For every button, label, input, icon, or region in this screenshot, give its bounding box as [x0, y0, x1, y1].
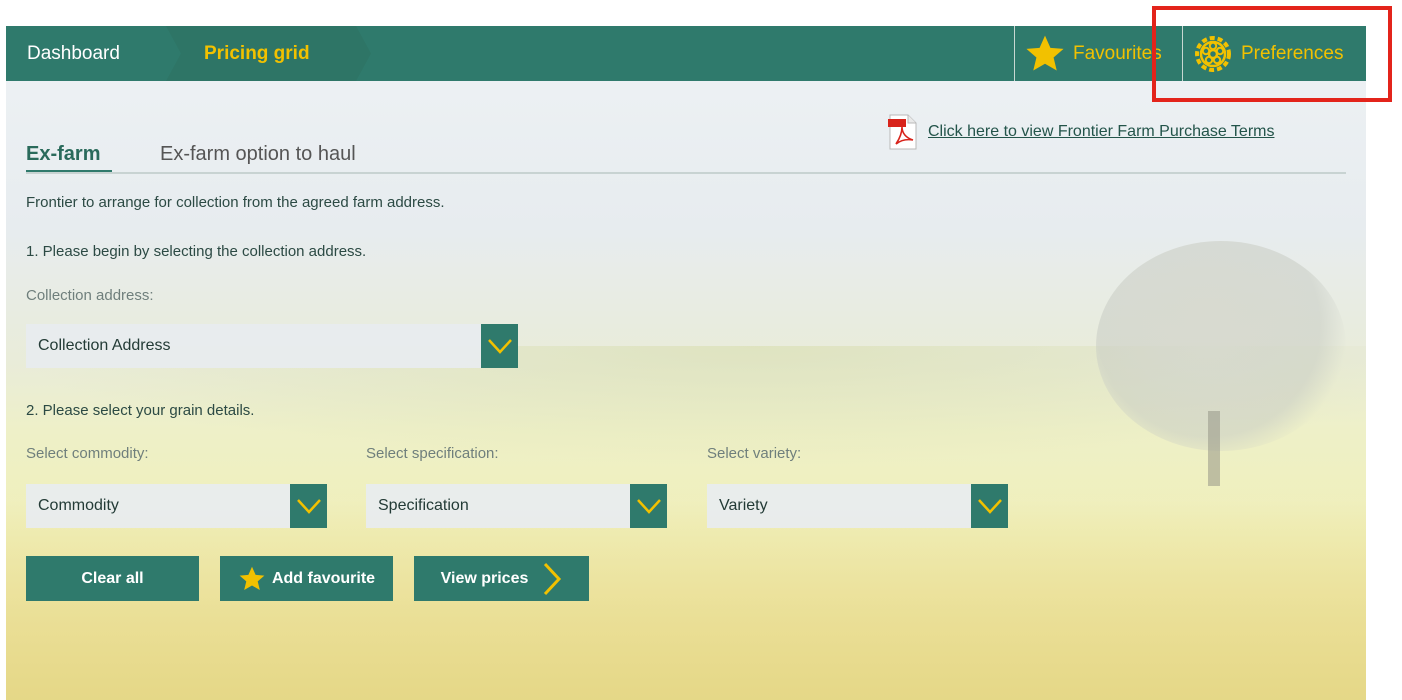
purchase-terms-link-row: Click here to view Frontier Farm Purchas…	[888, 114, 1274, 150]
tree-crown	[1096, 241, 1346, 451]
clear-all-button[interactable]: Clear all	[26, 556, 199, 601]
view-prices-label: View prices	[440, 569, 529, 587]
commodity-label: Select commodity:	[26, 445, 149, 462]
breadcrumb-pricing-grid[interactable]: Pricing grid	[166, 26, 371, 81]
tree-trunk	[1208, 411, 1220, 486]
commodity-value: Commodity	[38, 497, 119, 514]
chevron-down-icon[interactable]	[630, 484, 667, 528]
purchase-terms-link[interactable]: Click here to view Frontier Farm Purchas…	[928, 123, 1274, 141]
collection-address-label: Collection address:	[26, 287, 154, 304]
variety-value: Variety	[719, 497, 768, 514]
variety-select[interactable]: Variety	[707, 484, 1008, 528]
variety-label: Select variety:	[707, 445, 802, 462]
tab-ex-farm-label: Ex-farm	[26, 143, 101, 165]
step-1-instruction: 1. Please begin by selecting the collect…	[26, 243, 367, 260]
add-favourite-label: Add favourite	[271, 569, 376, 587]
page-background: Dashboard Pricing grid Favourites Prefer…	[6, 26, 1366, 700]
pdf-icon	[888, 114, 918, 150]
collection-address-value: Collection Address	[38, 337, 171, 354]
preferences-highlight-box	[1152, 6, 1392, 102]
specification-label: Select specification:	[366, 445, 499, 462]
specification-value: Specification	[378, 497, 469, 514]
rapeseed-field-backdrop	[6, 500, 1366, 700]
favourites-label: Favourites	[1073, 42, 1162, 64]
tab-ex-farm[interactable]: Ex-farm	[26, 126, 116, 174]
add-favourite-button[interactable]: Add favourite	[220, 556, 393, 601]
step-2-instruction: 2. Please select your grain details.	[26, 402, 255, 419]
commodity-select[interactable]: Commodity	[26, 484, 327, 528]
tab-ex-farm-option-to-haul[interactable]: Ex-farm option to haul	[160, 126, 356, 172]
tree-backdrop	[1096, 241, 1346, 486]
chevron-down-icon[interactable]	[971, 484, 1008, 528]
star-icon	[238, 565, 266, 593]
star-icon	[1023, 32, 1067, 76]
chevron-down-icon[interactable]	[481, 324, 518, 368]
tab-divider	[26, 172, 1346, 174]
specification-select[interactable]: Specification	[366, 484, 667, 528]
intro-text: Frontier to arrange for collection from …	[26, 194, 445, 211]
chevron-down-icon[interactable]	[290, 484, 327, 528]
collection-address-select[interactable]: Collection Address	[26, 324, 518, 368]
view-prices-button[interactable]: View prices	[414, 556, 589, 601]
breadcrumb-dashboard[interactable]: Dashboard	[6, 26, 186, 81]
chevron-right-icon	[542, 562, 562, 596]
